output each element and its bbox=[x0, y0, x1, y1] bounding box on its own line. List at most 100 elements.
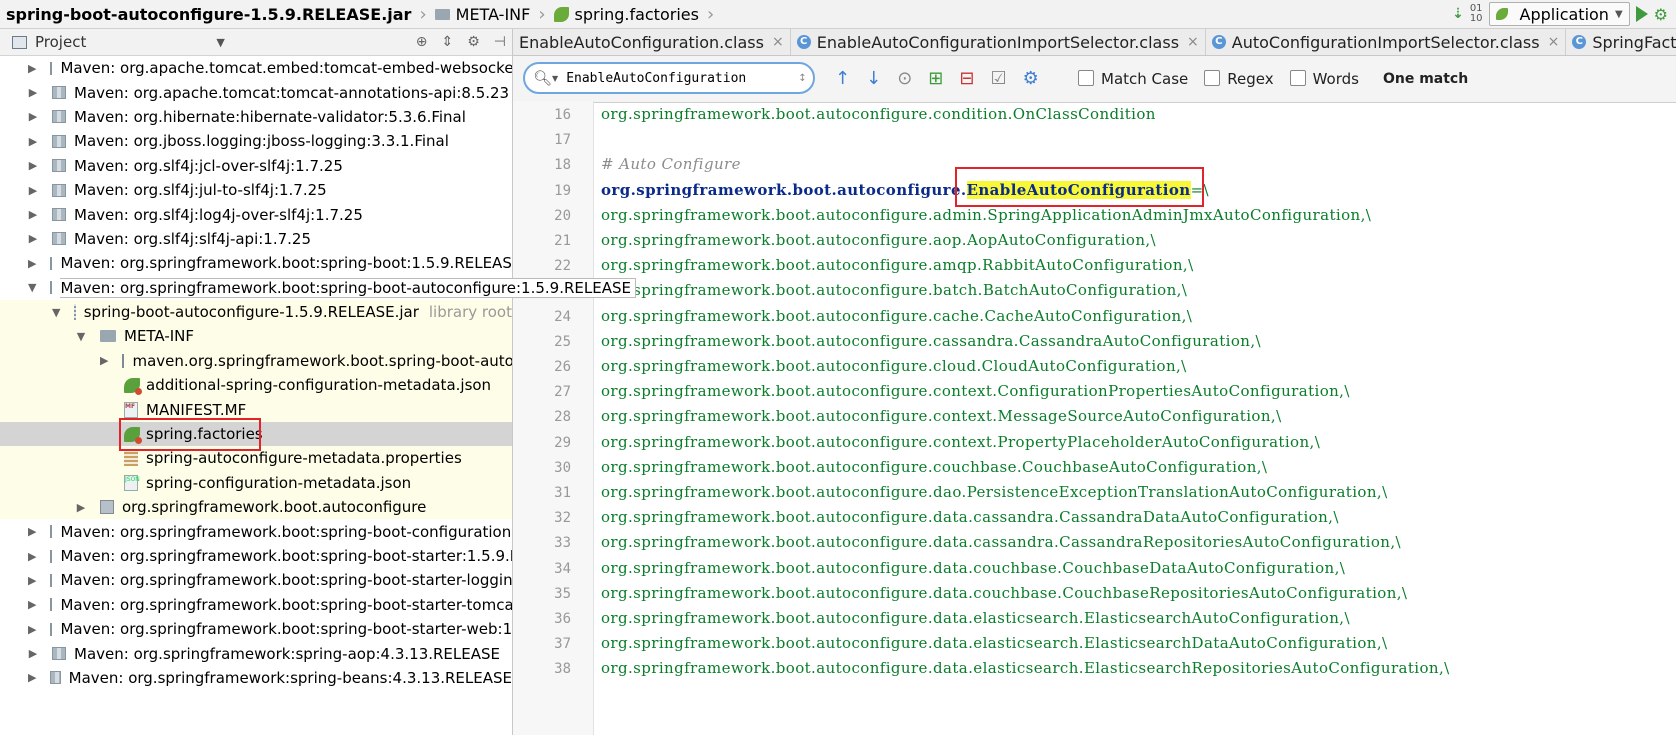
editor-tab[interactable]: C SpringFact bbox=[1566, 29, 1676, 55]
tree-item[interactable]: ▼ Maven: org.springframework.boot:spring-… bbox=[0, 276, 636, 300]
tree-item[interactable]: ▶ Maven: org.slf4j:jul-to-slf4j:1.7.25 bbox=[0, 178, 512, 202]
tree-item[interactable]: ▶ Maven: org.springframework.boot:spring-… bbox=[0, 568, 512, 592]
collapsed-arrow-icon[interactable]: ▶ bbox=[28, 110, 38, 123]
search-field[interactable]: 🔍︎ ▼ ↕ bbox=[523, 62, 815, 94]
editor-tab[interactable]: C AutoConfigurationImportSelector.class × bbox=[1206, 29, 1567, 55]
expanded-arrow-icon[interactable]: ▼ bbox=[52, 306, 60, 319]
expanded-arrow-icon[interactable]: ▼ bbox=[28, 281, 36, 294]
tree-item[interactable]: ▶additional-spring-configuration-metadat… bbox=[0, 373, 512, 398]
find-all-icon[interactable]: ⊙ bbox=[897, 68, 912, 89]
tree-item[interactable]: ▶ Maven: org.springframework.boot:spring-… bbox=[0, 593, 512, 617]
collapsed-arrow-icon[interactable]: ▶ bbox=[28, 86, 38, 99]
collapsed-arrow-icon[interactable]: ▶ bbox=[28, 525, 36, 538]
tree-item[interactable]: ▶ Maven: org.springframework:spring-beans… bbox=[0, 666, 512, 690]
breadcrumb-jar[interactable]: spring-boot-autoconfigure-1.5.9.RELEASE.… bbox=[0, 0, 417, 28]
chevron-down-icon[interactable]: ▼ bbox=[552, 74, 558, 83]
collapsed-arrow-icon[interactable]: ▶ bbox=[28, 208, 38, 221]
tree-item[interactable]: ▶ Maven: org.slf4j:jcl-over-slf4j:1.7.25 bbox=[0, 154, 512, 178]
tree-item[interactable]: ▶ Maven: org.apache.tomcat.embed:tomcat-e… bbox=[0, 56, 512, 80]
tree-item[interactable]: ▶ Maven: org.apache.tomcat:tomcat-annotat… bbox=[0, 80, 512, 104]
breadcrumb-folder[interactable]: META-INF bbox=[429, 0, 537, 28]
chevron-down-icon[interactable]: ▼ bbox=[216, 36, 224, 49]
code-view[interactable]: 16 org.springframework.boot.autoconfigure… bbox=[513, 101, 1676, 735]
code-value: amqp.RabbitAutoConfiguration,\ bbox=[933, 256, 1194, 275]
tree-item[interactable]: ▶ Maven: org.springframework:spring-aop:4… bbox=[0, 641, 512, 665]
tree-item[interactable]: ▶MFMANIFEST.MF bbox=[0, 397, 512, 422]
search-input[interactable] bbox=[564, 69, 799, 87]
code-line: org.springframework.boot.autoconfigure.c… bbox=[601, 105, 1156, 123]
collapsed-arrow-icon[interactable]: ▶ bbox=[28, 62, 36, 75]
tree-item-label: MANIFEST.MF bbox=[146, 400, 247, 419]
editor-tab[interactable]: C EnableAutoConfigurationImportSelector.c… bbox=[791, 29, 1206, 55]
collapsed-arrow-icon[interactable]: ▶ bbox=[28, 598, 36, 611]
regex-option[interactable]: Regex bbox=[1204, 70, 1274, 88]
collapsed-arrow-icon[interactable]: ▶ bbox=[28, 159, 38, 172]
search-icon[interactable]: 🔍︎ bbox=[533, 69, 552, 87]
tree-item[interactable]: ▶ Maven: org.slf4j:slf4j-api:1.7.25 bbox=[0, 227, 512, 251]
collapsed-arrow-icon[interactable]: ▶ bbox=[100, 354, 108, 367]
breadcrumb-file[interactable]: spring.factories bbox=[548, 0, 705, 28]
next-occurrence-icon[interactable]: ↓ bbox=[866, 68, 881, 89]
code-line: org.springframework.boot.autoconfigure.a… bbox=[601, 256, 1194, 274]
tree-item[interactable]: ▶ Maven: org.hibernate:hibernate-validato… bbox=[0, 105, 512, 129]
binary-icon[interactable]: 01 10 bbox=[1470, 4, 1483, 24]
library-icon bbox=[50, 598, 53, 612]
tree-item[interactable]: ▶ Maven: org.springframework.boot:spring-… bbox=[0, 617, 512, 641]
tree-item-label: Maven: org.springframework.boot:spring-b… bbox=[60, 547, 512, 565]
collapsed-arrow-icon[interactable]: ▶ bbox=[28, 232, 38, 245]
editor-tab[interactable]: EnableAutoConfiguration.class × bbox=[513, 29, 791, 55]
regex-checkbox[interactable] bbox=[1204, 70, 1221, 86]
close-tab-icon[interactable]: × bbox=[1548, 34, 1560, 50]
line-number: 18 bbox=[554, 157, 571, 174]
expanded-arrow-icon[interactable]: ▼ bbox=[76, 330, 86, 343]
collapse-all-icon[interactable]: ⇕ bbox=[442, 34, 454, 50]
run-icon[interactable] bbox=[1635, 6, 1648, 22]
code-line: org.springframework.boot.autoconfigure.d… bbox=[601, 559, 1345, 577]
collapsed-arrow-icon[interactable]: ▶ bbox=[28, 184, 38, 197]
build-icon[interactable]: ⇣ bbox=[1452, 6, 1464, 22]
debug-icon[interactable]: ⚙ bbox=[1654, 5, 1668, 24]
tree-item[interactable]: ▼ spring-boot-autoconfigure-1.5.9.RELEASE… bbox=[0, 299, 512, 325]
tree-item[interactable]: ▶JSONspring-configuration-metadata.json bbox=[0, 470, 512, 496]
tree-item[interactable]: ▶spring-autoconfigure-metadata.propertie… bbox=[0, 446, 512, 471]
line-number: 25 bbox=[554, 333, 571, 350]
collapsed-arrow-icon[interactable]: ▶ bbox=[28, 257, 36, 270]
collapsed-arrow-icon[interactable]: ▶ bbox=[28, 550, 36, 563]
collapsed-arrow-icon[interactable]: ▶ bbox=[76, 501, 86, 514]
tree-item[interactable]: ▶spring.factories bbox=[0, 421, 512, 447]
previous-occurrence-icon[interactable]: ↑ bbox=[835, 68, 850, 89]
tree-item[interactable]: ▶ maven.org.springframework.boot.spring-b… bbox=[0, 348, 512, 374]
tree-item[interactable]: ▶ Maven: org.jboss.logging:jboss-logging:… bbox=[0, 129, 512, 153]
tree-item[interactable]: ▶ Maven: org.slf4j:log4j-over-slf4j:1.7.2… bbox=[0, 202, 512, 226]
run-configuration-select[interactable]: Application ▼ bbox=[1488, 2, 1630, 26]
collapsed-arrow-icon[interactable]: ▶ bbox=[28, 647, 38, 660]
line-number: 29 bbox=[554, 434, 571, 451]
hide-panel-icon[interactable]: ⊣ bbox=[494, 34, 506, 50]
tree-item[interactable]: ▶ Maven: org.springframework.boot:spring-… bbox=[0, 519, 512, 543]
tree-item[interactable]: ▶ Maven: org.springframework.boot:spring-… bbox=[0, 251, 512, 275]
collapsed-arrow-icon[interactable]: ▶ bbox=[28, 135, 38, 148]
collapsed-arrow-icon[interactable]: ▶ bbox=[28, 623, 36, 636]
code-value: data.couchbase.CouchbaseRepositoriesAuto… bbox=[933, 583, 1408, 602]
project-panel-title[interactable]: Project bbox=[35, 33, 86, 51]
code-value: aop.AopAutoConfiguration,\ bbox=[933, 231, 1157, 249]
code-package: org.springframework.boot.autoconfigure. bbox=[601, 357, 934, 375]
tree-item[interactable]: ▶ Maven: org.springframework.boot:spring-… bbox=[0, 544, 512, 568]
select-all-occurrences-icon[interactable]: ☑ bbox=[990, 68, 1006, 89]
tree-item[interactable]: ▶ org.springframework.boot.autoconfigure bbox=[0, 495, 512, 520]
collapsed-arrow-icon[interactable]: ▶ bbox=[28, 671, 36, 684]
collapsed-arrow-icon[interactable]: ▶ bbox=[28, 574, 36, 587]
words-option[interactable]: Words bbox=[1289, 70, 1359, 88]
locate-icon[interactable]: ⊕ bbox=[416, 34, 428, 50]
close-tab-icon[interactable]: × bbox=[1187, 34, 1199, 50]
remove-selection-icon[interactable]: ⊟ bbox=[959, 68, 974, 89]
match-case-checkbox[interactable] bbox=[1078, 70, 1094, 86]
tree-item[interactable]: ▼ META-INF bbox=[0, 324, 512, 349]
history-icon[interactable]: ↕ bbox=[798, 73, 806, 84]
match-case-option[interactable]: Match Case bbox=[1078, 70, 1188, 88]
words-checkbox[interactable] bbox=[1289, 70, 1306, 86]
close-tab-icon[interactable]: × bbox=[772, 34, 784, 50]
add-selection-icon[interactable]: ⊞ bbox=[928, 68, 943, 89]
settings-icon[interactable]: ⚙ bbox=[1023, 68, 1039, 89]
gear-icon[interactable]: ⚙ bbox=[467, 34, 480, 50]
